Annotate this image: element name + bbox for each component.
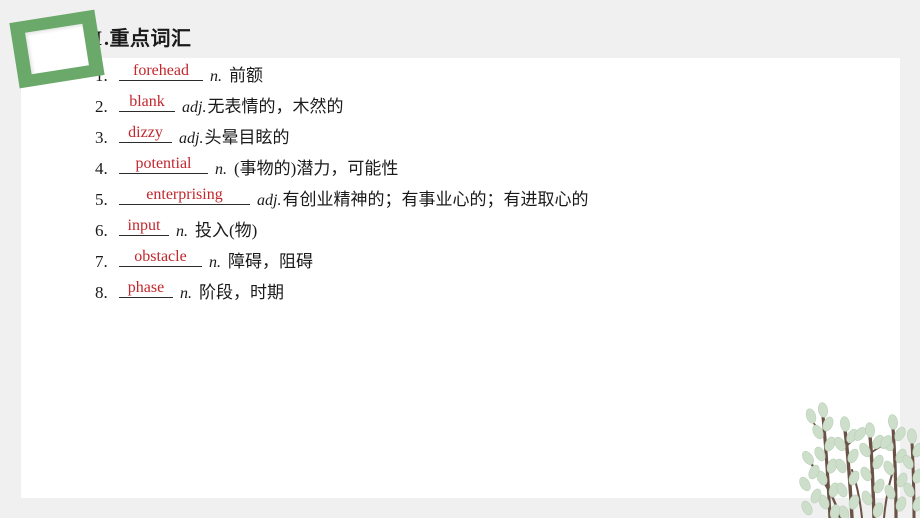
part-of-speech: n.	[180, 285, 192, 302]
answer-blank[interactable]: phase	[119, 278, 173, 298]
vocab-item: 6. input n. 投入(物)	[95, 216, 835, 240]
vocab-item: 2. blank adj. 无表情的，木然的	[95, 92, 835, 116]
answer-blank[interactable]: potential	[119, 154, 208, 174]
vocab-number: 8.	[95, 283, 108, 302]
vocabulary-panel: Ⅰ.重点词汇 1.foreheadn.前额2.blankadj.无表情的，木然的…	[95, 22, 835, 309]
answer-blank[interactable]: enterprising	[119, 185, 250, 205]
vocab-item: 5. enterprising adj. 有创业精神的；有事业心的；有进取心的	[95, 185, 835, 209]
green-frame-inner	[25, 23, 89, 75]
part-of-speech: adj.	[257, 192, 282, 209]
answer-blank[interactable]: obstacle	[119, 247, 202, 267]
vocabulary-list: 1. forehead n. 前额 2. blank adj. 无表情的，木然的 3. dizzy…	[95, 61, 835, 302]
part-of-speech: n.	[209, 254, 221, 271]
part-of-speech: n.	[210, 68, 222, 85]
answer-text: blank	[129, 93, 165, 110]
definition-text: 头晕目眩的	[204, 128, 290, 147]
answer-text: obstacle	[134, 248, 187, 265]
part-of-speech: adj.	[182, 99, 207, 116]
definition-text: 有创业精神的；有事业心的；有进取心的	[282, 190, 589, 209]
vocab-item: 4. potential n. (事物的)潜力，可能性	[95, 154, 835, 178]
vocab-number: 4.	[95, 159, 108, 178]
answer-text: forehead	[133, 62, 189, 79]
answer-text: dizzy	[128, 124, 163, 141]
definition-text: 障碍，阻碍	[228, 252, 313, 271]
part-of-speech: n.	[176, 223, 188, 240]
answer-text: enterprising	[146, 186, 223, 203]
definition-text: 投入(物)	[195, 221, 258, 240]
vocab-number: 7.	[95, 252, 108, 271]
section-heading: Ⅰ.重点词汇	[95, 22, 835, 51]
answer-blank[interactable]: input	[119, 216, 169, 236]
answer-blank[interactable]: dizzy	[119, 123, 172, 143]
definition-text: 阶段，时期	[199, 283, 284, 302]
vocab-item: 3. dizzy adj. 头晕目眩的	[95, 123, 835, 147]
definition-text: (事物的)潜力，可能性	[234, 159, 399, 178]
answer-text: input	[127, 217, 161, 234]
vocab-number: 2.	[95, 97, 108, 116]
answer-text: potential	[135, 155, 192, 172]
definition-text: 无表情的，木然的	[207, 97, 344, 116]
vocab-number: 5.	[95, 190, 108, 209]
part-of-speech: n.	[215, 161, 227, 178]
vocab-number: 6.	[95, 221, 108, 240]
answer-blank[interactable]: blank	[119, 92, 175, 112]
vocab-number: 3.	[95, 128, 108, 147]
answer-text: phase	[127, 279, 165, 296]
slide-canvas: Ⅰ.重点词汇 1.foreheadn.前额2.blankadj.无表情的，木然的…	[0, 0, 920, 518]
section-title: 重点词汇	[109, 28, 192, 50]
vocab-item: 8. phase n. 阶段，时期	[95, 278, 835, 302]
vocab-item: 7. obstacle n. 障碍，阻碍	[95, 247, 835, 271]
vocab-item: 1. forehead n. 前额	[95, 61, 835, 85]
definition-text: 前额	[229, 66, 263, 85]
answer-blank[interactable]: forehead	[119, 61, 203, 81]
green-frame-decoration	[9, 9, 105, 89]
part-of-speech: adj.	[179, 130, 204, 147]
